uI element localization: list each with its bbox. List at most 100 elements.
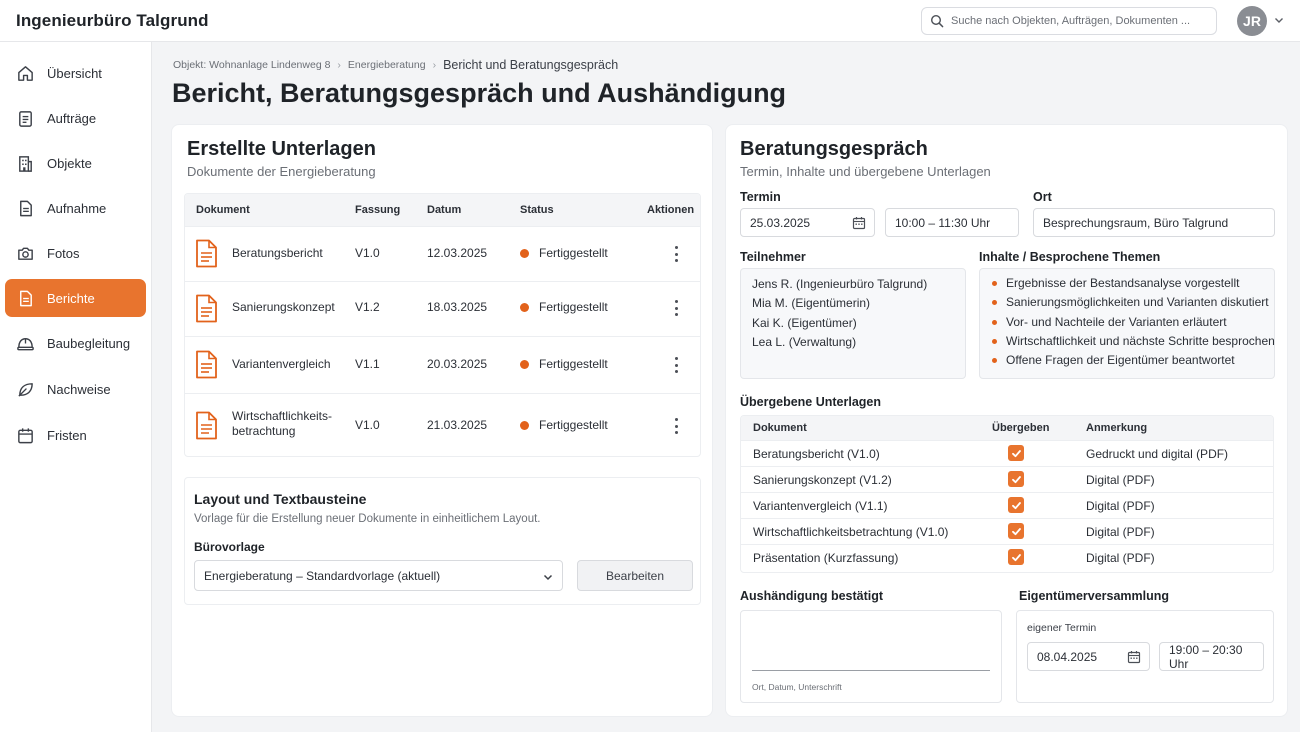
search-box[interactable]: [921, 7, 1217, 35]
sidebar-item-label: Aufträge: [47, 110, 97, 126]
document-file-icon: [196, 350, 217, 379]
more-actions-icon[interactable]: [670, 300, 682, 316]
status-dot-icon: [520, 249, 529, 258]
handed-over-checkbox[interactable]: [1008, 445, 1024, 461]
table-row: Wirtschaftlichkeitsbetrachtung (V1.0) Di…: [741, 518, 1273, 544]
page-title: Bericht, Beratungsgespräch und Aushändig…: [172, 78, 787, 108]
search-input[interactable]: [951, 15, 1211, 27]
sidebar-item-nachweise[interactable]: Nachweise: [5, 370, 146, 408]
topics-list: Ergebnisse der Bestandsanalyse vorgestel…: [991, 274, 1275, 370]
sidebar-item-uebersicht[interactable]: Übersicht: [5, 54, 146, 92]
chevron-down-icon[interactable]: [1273, 14, 1285, 26]
helmet-icon: [17, 337, 34, 350]
breadcrumb: Objekt: Wohnanlage Lindenweg 8 › Energie…: [173, 58, 618, 72]
document-date: 12.03.2025: [427, 246, 488, 260]
handed-over-checkbox[interactable]: [1008, 471, 1024, 487]
top-bar: Ingenieurbüro Talgrund JR: [0, 0, 1300, 42]
avatar[interactable]: JR: [1237, 6, 1267, 36]
signature-line: [752, 670, 990, 671]
consultation-subtitle: Termin, Inhalte und übergebene Unterlage…: [740, 164, 991, 179]
handover-note: Digital (PDF): [1086, 551, 1155, 565]
document-version: V1.0: [355, 246, 380, 260]
column-header: Dokument: [196, 204, 250, 216]
document-date: 21.03.2025: [427, 418, 488, 432]
documents-subtitle: Dokumente der Energieberatung: [187, 164, 376, 179]
sidebar-item-berichte[interactable]: Berichte: [5, 279, 146, 317]
sidebar-item-aufnahme[interactable]: Aufnahme: [5, 189, 146, 227]
document-file-icon: [196, 239, 217, 268]
consultation-title: Beratungsgespräch: [740, 138, 928, 160]
table-row[interactable]: Wirtschaftlichkeits- betrachtung V1.0 21…: [185, 393, 700, 456]
signature-hint: Ort, Datum, Unterschrift: [752, 682, 842, 692]
handover-doc: Sanierungskonzept (V1.2): [753, 473, 892, 487]
table-row[interactable]: Sanierungskonzept V1.2 18.03.2025 Fertig…: [185, 281, 700, 336]
sidebar-item-objekte[interactable]: Objekte: [5, 144, 146, 182]
assembly-date-value: 08.04.2025: [1037, 649, 1098, 664]
edit-template-button[interactable]: Bearbeiten: [577, 560, 693, 591]
topic-item: Sanierungsmöglichkeiten und Varianten di…: [991, 293, 1275, 312]
chevron-right-icon: ›: [337, 59, 341, 71]
assembly-time-field[interactable]: 19:00 – 20:30 Uhr: [1159, 642, 1264, 671]
table-row[interactable]: Beratungsbericht V1.0 12.03.2025 Fertigg…: [185, 226, 700, 281]
handover-note: Digital (PDF): [1086, 499, 1155, 513]
assembly-date-field[interactable]: 08.04.2025: [1027, 642, 1150, 671]
column-header: Datum: [427, 204, 462, 216]
table-row[interactable]: Variantenvergleich V1.1 20.03.2025 Ferti…: [185, 336, 700, 393]
sidebar-item-label: Objekte: [47, 155, 92, 171]
table-header: Dokument Übergeben Anmerkung: [741, 416, 1273, 440]
handover-note: Digital (PDF): [1086, 525, 1155, 539]
calendar-icon[interactable]: [852, 216, 866, 230]
date-label: Termin: [740, 190, 781, 204]
handed-over-checkbox[interactable]: [1008, 549, 1024, 565]
handover-label: Übergebene Unterlagen: [740, 395, 882, 409]
template-select[interactable]: Energieberatung – Standardvorlage (aktue…: [194, 560, 563, 591]
checkmark-icon: [1011, 527, 1021, 535]
column-header: Dokument: [753, 422, 807, 434]
status-badge: Fertiggestellt: [520, 300, 608, 314]
handover-note: Gedruckt und digital (PDF): [1086, 447, 1229, 461]
status-badge: Fertiggestellt: [520, 357, 608, 371]
more-actions-icon[interactable]: [670, 418, 682, 434]
assembly-label: Eigentümerversammlung: [1019, 589, 1170, 603]
table-header: Dokument Fassung Datum Status Aktionen: [185, 194, 700, 226]
date-value: 25.03.2025: [750, 215, 811, 230]
sidebar-item-fotos[interactable]: Fotos: [5, 234, 146, 272]
documents-title: Erstellte Unterlagen: [187, 138, 376, 160]
checkmark-icon: [1011, 553, 1021, 561]
location-field[interactable]: Besprechungsraum, Büro Talgrund: [1033, 208, 1275, 237]
date-field[interactable]: 25.03.2025: [740, 208, 875, 237]
sidebar-item-auftraege[interactable]: Aufträge: [5, 99, 146, 137]
template-label: Bürovorlage: [194, 540, 265, 554]
breadcrumb-item[interactable]: Objekt: Wohnanlage Lindenweg 8: [173, 59, 330, 71]
handed-over-checkbox[interactable]: [1008, 523, 1024, 539]
location-label: Ort: [1033, 190, 1052, 204]
sidebar-item-label: Übersicht: [47, 65, 102, 81]
handover-doc: Beratungsbericht (V1.0): [753, 447, 880, 461]
layout-subtitle: Vorlage für die Erstellung neuer Dokumen…: [194, 513, 541, 525]
consultation-card: Beratungsgespräch Termin, Inhalte und üb…: [725, 124, 1288, 717]
handover-table: Dokument Übergeben Anmerkung Beratungsbe…: [740, 415, 1274, 573]
checkmark-icon: [1011, 501, 1021, 509]
sidebar-item-label: Fristen: [47, 427, 87, 443]
document-name: Sanierungskonzept: [232, 300, 335, 314]
more-actions-icon[interactable]: [670, 357, 682, 373]
participant: Jens R. (Ingenieurbüro Talgrund): [752, 277, 928, 291]
breadcrumb-item[interactable]: Energieberatung: [348, 59, 426, 71]
calendar-icon: [18, 427, 33, 443]
sidebar-item-baubegleitung[interactable]: Baubegleitung: [5, 324, 146, 362]
time-field[interactable]: 10:00 – 11:30 Uhr: [885, 208, 1019, 237]
building-icon: [19, 155, 32, 172]
calendar-icon[interactable]: [1127, 650, 1141, 664]
document-file-icon: [196, 294, 217, 323]
handover-confirm-label: Aushändigung bestätigt: [740, 589, 884, 603]
document-version: V1.1: [355, 357, 380, 371]
report-icon: [20, 290, 32, 306]
handed-over-checkbox[interactable]: [1008, 497, 1024, 513]
signature-box[interactable]: Ort, Datum, Unterschrift: [740, 610, 1002, 703]
column-header: Anmerkung: [1086, 422, 1148, 434]
sidebar-item-fristen[interactable]: Fristen: [5, 416, 146, 454]
clipboard-list-icon: [19, 110, 32, 127]
more-actions-icon[interactable]: [670, 246, 682, 262]
topics-label: Inhalte / Besprochene Themen: [979, 250, 1161, 264]
status-badge: Fertiggestellt: [520, 418, 608, 432]
